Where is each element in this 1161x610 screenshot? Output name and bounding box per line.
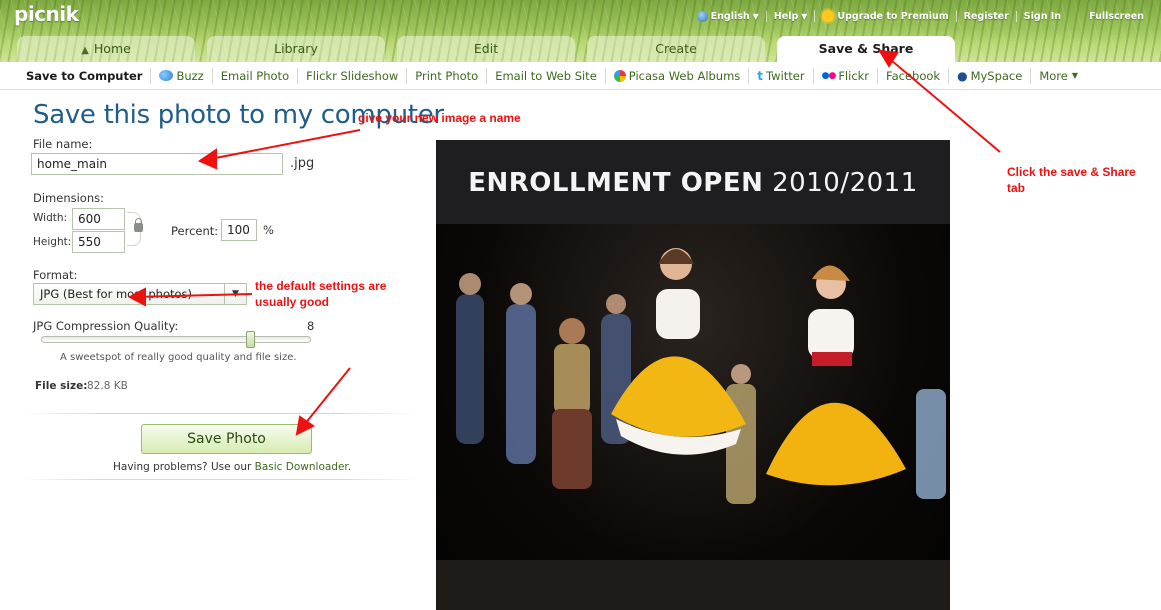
height-input[interactable]: 550 <box>72 231 125 253</box>
height-label: Height: <box>33 236 72 248</box>
upgrade-link[interactable]: Upgrade to Premium <box>814 10 955 22</box>
file-name-input[interactable]: home_main <box>31 153 283 175</box>
subnav-label: Picasa Web Albums <box>628 68 741 83</box>
language-menu[interactable]: English ▼ <box>690 10 766 22</box>
subnav-print-photo[interactable]: Print Photo <box>406 67 486 84</box>
picasa-icon <box>613 69 626 82</box>
annotation-tab-note-1: Click the save & Share <box>1007 165 1136 179</box>
picnik-logo[interactable]: picnik <box>14 2 79 26</box>
help-menu[interactable]: Help ▼ <box>765 10 815 22</box>
subnav-label: More <box>1039 68 1068 83</box>
subnav-email-to-web-site[interactable]: Email to Web Site <box>486 67 605 84</box>
fullscreen-link[interactable]: Fullscreen <box>1082 11 1151 22</box>
sun-icon <box>822 10 835 22</box>
subnav-label: Email Photo <box>220 68 290 83</box>
flickr-icon: ●● <box>821 70 837 81</box>
divider <box>22 413 417 414</box>
subnav-more[interactable]: More ▼ <box>1030 67 1086 84</box>
subnav-label: Buzz <box>176 68 204 83</box>
subnav-label: MySpace <box>970 68 1023 83</box>
subnav-flickr-slideshow[interactable]: Flickr Slideshow <box>297 67 406 84</box>
home-icon: ▲ <box>81 45 89 56</box>
myspace-icon: ● <box>957 68 968 83</box>
percent-label: Percent: <box>171 224 219 238</box>
percent-unit: % <box>263 223 274 237</box>
problems-text: Having problems? Use our Basic Downloade… <box>113 461 351 473</box>
buzz-icon <box>159 70 174 81</box>
caret-down-icon: ▼ <box>752 11 759 21</box>
quality-slider-thumb[interactable] <box>246 331 255 348</box>
subnav-label: Flickr <box>838 68 870 83</box>
subnav-label: Twitter <box>766 68 805 83</box>
top-bar: English ▼ Help ▼ Upgrade to Premium Regi… <box>690 10 1151 22</box>
subnav-facebook[interactable]: Facebook <box>877 67 948 84</box>
dance-photo <box>436 224 950 610</box>
photo-preview: ENROLLMENT OPEN 2010/2011 <box>436 140 950 610</box>
tab-create[interactable]: Create <box>587 36 765 62</box>
tab-library[interactable]: Library <box>207 36 385 62</box>
subnav-label: Flickr Slideshow <box>306 68 399 83</box>
format-label: Format: <box>33 268 78 282</box>
photo-banner-text: ENROLLMENT OPEN 2010/2011 <box>436 168 950 198</box>
lock-icon[interactable] <box>134 218 143 232</box>
annotation-defaults-note-2: usually good <box>255 295 330 309</box>
quality-slider-track[interactable] <box>41 336 311 343</box>
divider <box>22 479 417 480</box>
subnav-label: Print Photo <box>415 68 479 83</box>
dropdown-arrow-icon[interactable]: ▼ <box>224 284 246 304</box>
tab-save-share[interactable]: Save & Share <box>777 36 955 62</box>
tab-home[interactable]: ▲ Home <box>17 36 195 62</box>
subnav-flickr[interactable]: ●● Flickr <box>812 67 877 84</box>
tab-edit[interactable]: Edit <box>397 36 575 62</box>
tab-home-label: Home <box>93 41 131 56</box>
file-name-label: File name: <box>33 137 93 151</box>
banner-bold: ENROLLMENT OPEN <box>468 168 764 198</box>
caret-down-icon: ▼ <box>1071 71 1079 80</box>
banner-year: 2010/2011 <box>772 168 918 198</box>
period: . <box>347 461 352 473</box>
format-value: JPG (Best for most photos) <box>40 287 193 301</box>
sub-navigation: Save to Computer Buzz Email Photo Flickr… <box>0 62 1161 90</box>
width-label: Width: <box>33 212 68 224</box>
subnav-twitter[interactable]: t Twitter <box>748 67 812 84</box>
subnav-buzz[interactable]: Buzz <box>150 67 211 84</box>
dimensions-label: Dimensions: <box>33 191 104 205</box>
subnav-label: Save to Computer <box>26 68 143 83</box>
subnav-myspace[interactable]: ● MySpace <box>948 67 1030 84</box>
subnav-save-to-computer[interactable]: Save to Computer <box>18 68 150 84</box>
register-link[interactable]: Register <box>955 10 1016 22</box>
subnav-label: Email to Web Site <box>495 68 597 83</box>
subnav-email-photo[interactable]: Email Photo <box>211 67 297 84</box>
subnav-picasa[interactable]: Picasa Web Albums <box>604 67 749 84</box>
file-size-value: 82.8 KB <box>87 380 128 392</box>
format-select[interactable]: JPG (Best for most photos) ▼ <box>33 283 247 305</box>
annotation-name-note: give your new image a name <box>358 111 521 125</box>
subnav-label: Facebook <box>886 68 941 83</box>
annotation-tab-note-2: tab <box>1007 181 1025 195</box>
twitter-icon: t <box>757 68 764 83</box>
language-label: English <box>710 10 750 22</box>
problems-label: Having problems? Use our <box>113 461 252 473</box>
file-size-label: File size: <box>35 380 88 392</box>
arrow-to-save <box>299 367 351 431</box>
quality-label: JPG Compression Quality: <box>33 319 179 333</box>
globe-icon <box>696 10 708 22</box>
width-input[interactable]: 600 <box>72 208 125 230</box>
basic-downloader-link[interactable]: Basic Downloader <box>255 461 348 473</box>
annotation-defaults-note-1: the default settings are <box>255 279 387 293</box>
help-label: Help <box>773 10 799 22</box>
percent-input[interactable]: 100 <box>221 219 257 241</box>
dancers-illustration <box>436 248 950 610</box>
main-tabs: ▲ Home Library Edit Create Save & Share <box>17 36 955 62</box>
quality-value: 8 <box>307 319 315 333</box>
file-extension: .jpg <box>290 156 315 171</box>
caret-down-icon: ▼ <box>801 11 808 21</box>
save-photo-button[interactable]: Save Photo <box>141 424 312 454</box>
signin-link[interactable]: Sign In <box>1015 10 1068 22</box>
upgrade-label: Upgrade to Premium <box>837 10 949 22</box>
quality-hint: A sweetspot of really good quality and f… <box>60 352 297 363</box>
app-header: picnik English ▼ Help ▼ Upgrade to Premi… <box>0 0 1161 62</box>
